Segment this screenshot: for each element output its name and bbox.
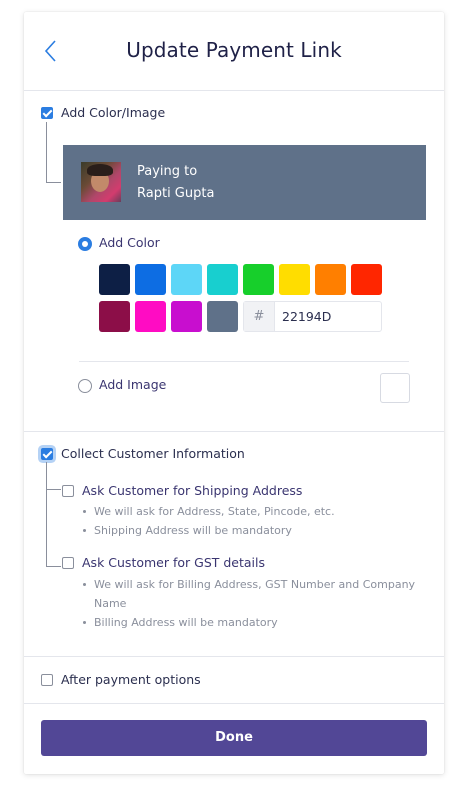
shipping-address-label: Ask Customer for Shipping Address xyxy=(82,483,303,498)
color-swatch[interactable] xyxy=(171,301,202,332)
panel-header: Update Payment Link xyxy=(24,12,444,91)
shipping-note: We will ask for Address, State, Pincode,… xyxy=(83,502,335,521)
collect-customer-info-checkbox[interactable] xyxy=(41,448,53,460)
gst-details-label: Ask Customer for GST details xyxy=(82,555,266,570)
avatar xyxy=(81,162,121,202)
gst-note: We will ask for Billing Address, GST Num… xyxy=(82,575,415,594)
paying-to-label: Paying to xyxy=(137,164,198,179)
gst-note: Billing Address will be mandatory xyxy=(83,613,278,632)
page-title: Update Payment Link xyxy=(126,38,342,62)
color-swatch[interactable] xyxy=(135,264,166,295)
done-button[interactable]: Done xyxy=(41,720,427,756)
color-swatch[interactable] xyxy=(207,264,238,295)
collect-customer-info-label: Collect Customer Information xyxy=(61,446,245,461)
after-payment-options-label: After payment options xyxy=(61,672,201,687)
color-swatch[interactable] xyxy=(171,264,202,295)
tree-connector xyxy=(46,462,61,490)
add-color-image-label: Add Color/Image xyxy=(61,105,166,120)
section-divider xyxy=(24,703,444,704)
add-color-radio[interactable] xyxy=(78,237,92,251)
shipping-address-checkbox[interactable] xyxy=(62,485,74,497)
add-color-label: Add Color xyxy=(99,235,160,250)
color-swatch[interactable] xyxy=(243,264,274,295)
shipping-note: Shipping Address will be mandatory xyxy=(83,521,292,540)
tree-connector xyxy=(46,122,61,183)
payer-name: Rapti Gupta xyxy=(137,186,215,201)
color-swatch[interactable] xyxy=(207,301,238,332)
color-swatch[interactable] xyxy=(315,264,346,295)
color-swatch[interactable] xyxy=(99,264,130,295)
add-color-image-checkbox[interactable] xyxy=(41,107,53,119)
color-swatch[interactable] xyxy=(279,264,310,295)
update-payment-link-panel: Update Payment Link Add Color/Image Payi… xyxy=(24,12,444,774)
divider xyxy=(79,361,409,362)
hex-prefix: # xyxy=(244,302,275,331)
image-upload-box[interactable] xyxy=(380,373,410,403)
section-divider xyxy=(24,656,444,657)
gst-note-continued: Name xyxy=(94,597,127,610)
color-swatch[interactable] xyxy=(99,301,130,332)
hex-color-input[interactable]: # 22194D xyxy=(243,301,382,332)
add-image-radio[interactable] xyxy=(78,379,92,393)
hex-value[interactable]: 22194D xyxy=(282,302,331,331)
tree-connector xyxy=(46,489,61,567)
payment-page-preview: Paying to Rapti Gupta xyxy=(63,145,426,220)
after-payment-options-checkbox[interactable] xyxy=(41,674,53,686)
color-swatch[interactable] xyxy=(351,264,382,295)
gst-details-checkbox[interactable] xyxy=(62,557,74,569)
add-image-label: Add Image xyxy=(99,377,167,392)
color-swatch[interactable] xyxy=(135,301,166,332)
section-divider xyxy=(24,431,444,432)
